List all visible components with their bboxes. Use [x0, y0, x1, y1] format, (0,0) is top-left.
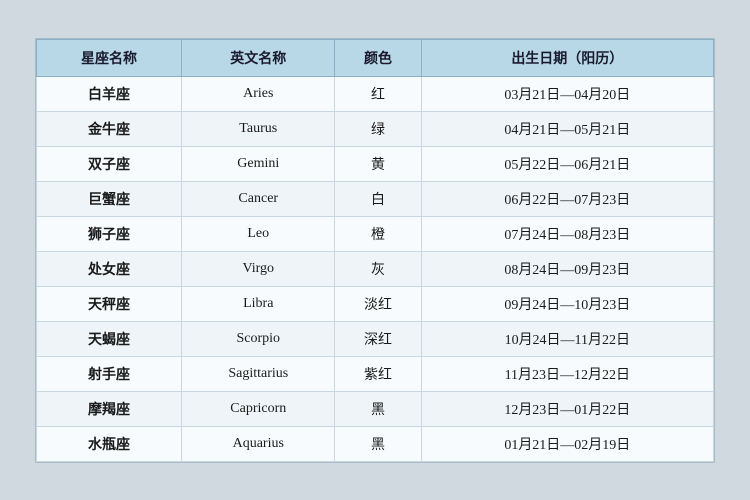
cell-row4-col2: 橙 [335, 216, 421, 251]
cell-row1-col1: Taurus [182, 111, 335, 146]
table-row: 摩羯座Capricorn黑12月23日—01月22日 [37, 391, 714, 426]
table-body: 白羊座Aries红03月21日—04月20日金牛座Taurus绿04月21日—0… [37, 76, 714, 461]
table-row: 巨蟹座Cancer白06月22日—07月23日 [37, 181, 714, 216]
cell-row1-col3: 04月21日—05月21日 [421, 111, 713, 146]
col-header-color: 颜色 [335, 39, 421, 76]
cell-row3-col1: Cancer [182, 181, 335, 216]
cell-row3-col0: 巨蟹座 [37, 181, 182, 216]
cell-row9-col1: Capricorn [182, 391, 335, 426]
cell-row4-col0: 狮子座 [37, 216, 182, 251]
table-row: 狮子座Leo橙07月24日—08月23日 [37, 216, 714, 251]
table-row: 天蝎座Scorpio深红10月24日—11月22日 [37, 321, 714, 356]
table-row: 射手座Sagittarius紫红11月23日—12月22日 [37, 356, 714, 391]
table-header-row: 星座名称 英文名称 颜色 出生日期（阳历） [37, 39, 714, 76]
cell-row5-col0: 处女座 [37, 251, 182, 286]
cell-row8-col2: 紫红 [335, 356, 421, 391]
cell-row7-col1: Scorpio [182, 321, 335, 356]
table-row: 白羊座Aries红03月21日—04月20日 [37, 76, 714, 111]
cell-row2-col1: Gemini [182, 146, 335, 181]
zodiac-table: 星座名称 英文名称 颜色 出生日期（阳历） 白羊座Aries红03月21日—04… [36, 39, 714, 462]
cell-row8-col3: 11月23日—12月22日 [421, 356, 713, 391]
cell-row7-col3: 10月24日—11月22日 [421, 321, 713, 356]
cell-row8-col1: Sagittarius [182, 356, 335, 391]
table-row: 金牛座Taurus绿04月21日—05月21日 [37, 111, 714, 146]
cell-row2-col3: 05月22日—06月21日 [421, 146, 713, 181]
cell-row6-col2: 淡红 [335, 286, 421, 321]
cell-row4-col1: Leo [182, 216, 335, 251]
zodiac-table-container: 星座名称 英文名称 颜色 出生日期（阳历） 白羊座Aries红03月21日—04… [35, 38, 715, 463]
table-row: 水瓶座Aquarius黑01月21日—02月19日 [37, 426, 714, 461]
cell-row10-col2: 黑 [335, 426, 421, 461]
cell-row8-col0: 射手座 [37, 356, 182, 391]
col-header-birthdate: 出生日期（阳历） [421, 39, 713, 76]
col-header-english-name: 英文名称 [182, 39, 335, 76]
cell-row0-col2: 红 [335, 76, 421, 111]
cell-row10-col0: 水瓶座 [37, 426, 182, 461]
cell-row9-col3: 12月23日—01月22日 [421, 391, 713, 426]
cell-row5-col2: 灰 [335, 251, 421, 286]
cell-row1-col0: 金牛座 [37, 111, 182, 146]
cell-row6-col3: 09月24日—10月23日 [421, 286, 713, 321]
cell-row4-col3: 07月24日—08月23日 [421, 216, 713, 251]
cell-row7-col0: 天蝎座 [37, 321, 182, 356]
cell-row6-col0: 天秤座 [37, 286, 182, 321]
table-row: 天秤座Libra淡红09月24日—10月23日 [37, 286, 714, 321]
cell-row5-col3: 08月24日—09月23日 [421, 251, 713, 286]
cell-row0-col0: 白羊座 [37, 76, 182, 111]
cell-row2-col0: 双子座 [37, 146, 182, 181]
cell-row3-col3: 06月22日—07月23日 [421, 181, 713, 216]
table-row: 处女座Virgo灰08月24日—09月23日 [37, 251, 714, 286]
cell-row10-col3: 01月21日—02月19日 [421, 426, 713, 461]
col-header-chinese-name: 星座名称 [37, 39, 182, 76]
cell-row0-col3: 03月21日—04月20日 [421, 76, 713, 111]
cell-row5-col1: Virgo [182, 251, 335, 286]
cell-row2-col2: 黄 [335, 146, 421, 181]
cell-row7-col2: 深红 [335, 321, 421, 356]
cell-row9-col2: 黑 [335, 391, 421, 426]
cell-row3-col2: 白 [335, 181, 421, 216]
table-row: 双子座Gemini黄05月22日—06月21日 [37, 146, 714, 181]
cell-row1-col2: 绿 [335, 111, 421, 146]
cell-row0-col1: Aries [182, 76, 335, 111]
cell-row10-col1: Aquarius [182, 426, 335, 461]
cell-row9-col0: 摩羯座 [37, 391, 182, 426]
cell-row6-col1: Libra [182, 286, 335, 321]
